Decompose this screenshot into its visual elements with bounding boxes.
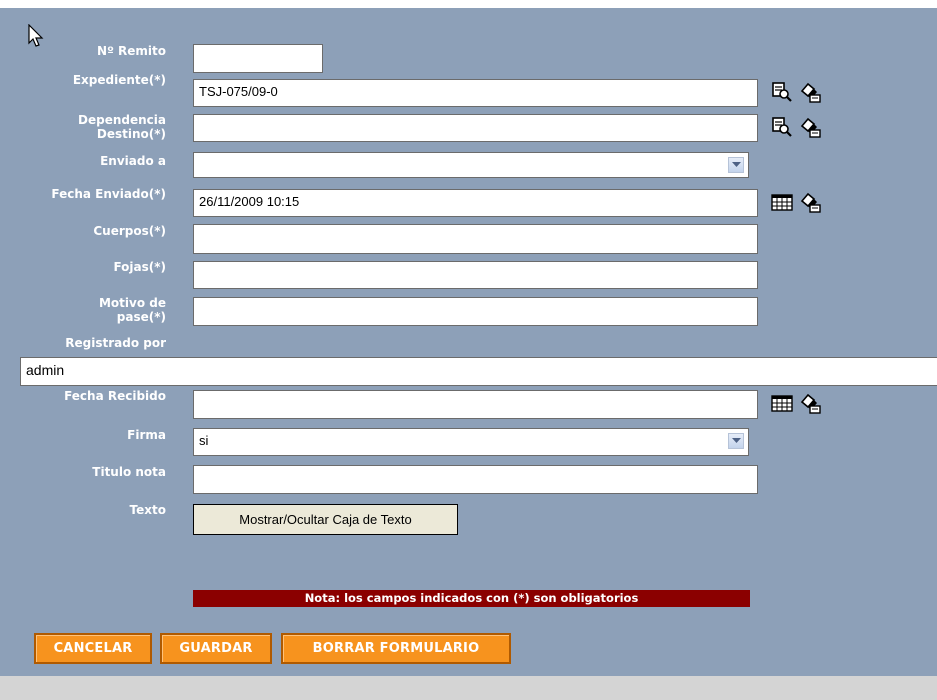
dependencia-input[interactable]	[193, 114, 758, 142]
dependencia-label: Dependencia Destino(*)	[78, 113, 166, 141]
eraser-icon[interactable]	[799, 81, 821, 103]
titulo-nota-label: Titulo nota	[92, 465, 166, 479]
calendar-icon[interactable]	[771, 392, 793, 414]
cancel-button[interactable]: CANCELAR	[34, 633, 152, 664]
fecha-enviado-input[interactable]: 26/11/2009 10:15	[193, 189, 758, 217]
search-icon[interactable]	[771, 81, 793, 103]
firma-select[interactable]: si	[193, 428, 749, 456]
fojas-label: Fojas(*)	[113, 260, 166, 274]
search-icon[interactable]	[771, 116, 793, 138]
fecha-recibido-actions	[771, 392, 821, 414]
dropdown-arrow-icon[interactable]	[728, 157, 744, 173]
texto-label: Texto	[129, 503, 166, 517]
cuerpos-input[interactable]	[193, 224, 758, 254]
eraser-icon[interactable]	[799, 392, 821, 414]
eraser-icon[interactable]	[799, 116, 821, 138]
motivo-input[interactable]	[193, 297, 758, 326]
registrado-label: Registrado por	[65, 336, 166, 350]
registrado-input[interactable]: admin	[20, 357, 937, 386]
fecha-enviado-actions	[771, 191, 821, 213]
nro-remito-input[interactable]	[193, 44, 323, 73]
fojas-input[interactable]	[193, 261, 758, 289]
expediente-actions	[771, 81, 821, 103]
firma-label: Firma	[127, 428, 166, 442]
fecha-recibido-input[interactable]	[193, 390, 758, 419]
fecha-recibido-label: Fecha Recibido	[64, 389, 166, 403]
expediente-input[interactable]: TSJ-075/09-0	[193, 79, 758, 107]
eraser-icon[interactable]	[799, 191, 821, 213]
save-button[interactable]: GUARDAR	[160, 633, 272, 664]
required-fields-note: Nota: los campos indicados con (*) son o…	[193, 590, 750, 607]
firma-value: si	[199, 433, 209, 448]
enviado-a-select[interactable]	[193, 152, 749, 178]
mouse-cursor-icon	[28, 24, 44, 47]
cuerpos-label: Cuerpos(*)	[93, 224, 166, 238]
dependencia-actions	[771, 116, 821, 138]
enviado-a-label: Enviado a	[100, 154, 166, 168]
dropdown-arrow-icon[interactable]	[728, 433, 744, 449]
fecha-enviado-label: Fecha Enviado(*)	[51, 187, 166, 201]
clear-form-button[interactable]: BORRAR FORMULARIO	[281, 633, 511, 664]
calendar-icon[interactable]	[771, 191, 793, 213]
expediente-label: Expediente(*)	[72, 73, 166, 87]
nro-remito-label: Nº Remito	[97, 44, 166, 58]
titulo-nota-input[interactable]	[193, 465, 758, 494]
top-border	[0, 0, 937, 8]
toggle-textbox-button[interactable]: Mostrar/Ocultar Caja de Texto	[193, 504, 458, 535]
motivo-label: Motivo de pase(*)	[98, 296, 166, 324]
